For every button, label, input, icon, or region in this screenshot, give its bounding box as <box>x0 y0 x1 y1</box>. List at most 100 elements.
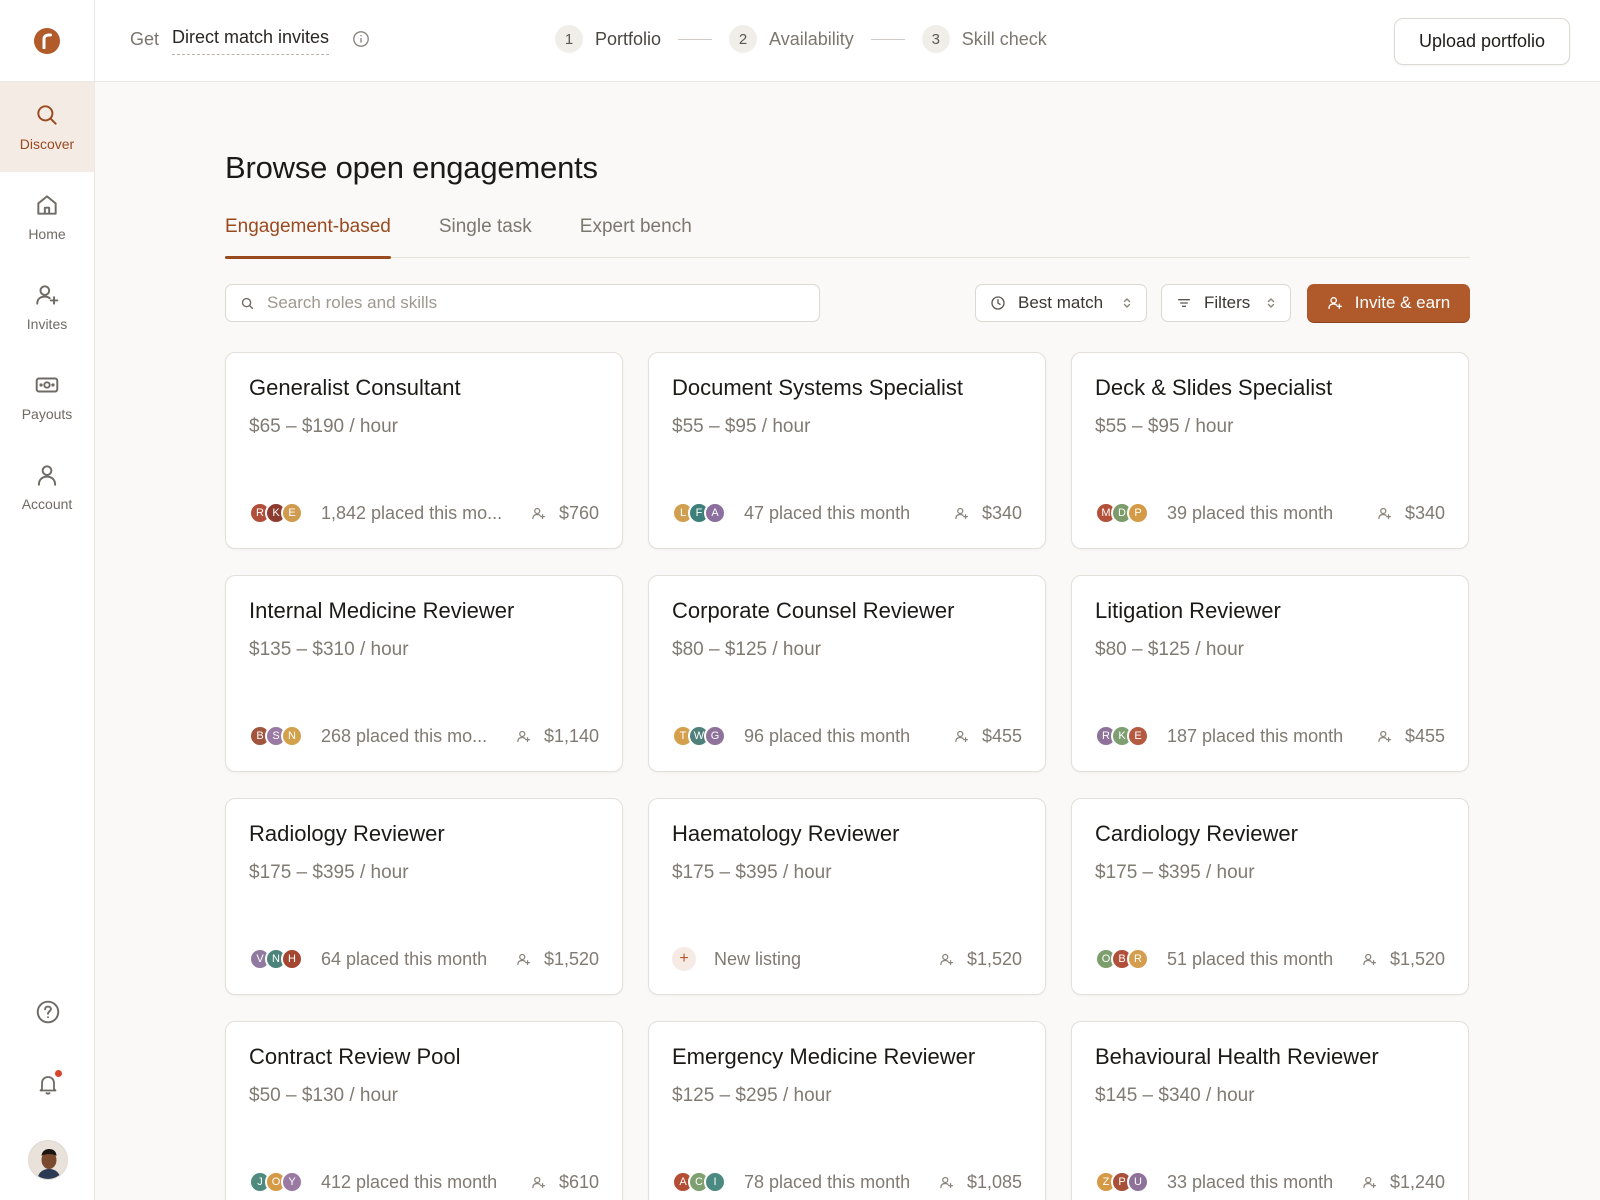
brand <box>0 0 94 82</box>
engagement-card[interactable]: Document Systems Specialist $55 – $95 / h… <box>648 352 1046 549</box>
mini-avatar: I <box>704 1171 726 1193</box>
step-skill-check[interactable]: 3 Skill check <box>921 25 1047 53</box>
referral-icon <box>517 953 530 965</box>
reward-amount: $1,140 <box>543 725 599 746</box>
sidebar-item-discover[interactable]: Discover <box>0 82 94 172</box>
card-title: Radiology Reviewer <box>249 821 445 846</box>
user-plus-icon <box>1328 297 1342 309</box>
reward-amount: $340 <box>981 502 1022 523</box>
mini-avatar: P <box>1127 502 1149 524</box>
engagement-grid: Generalist Consultant $65 – $190 / hour R K… <box>225 352 1470 1200</box>
referral-icon <box>955 507 969 519</box>
avatar <box>27 1140 68 1180</box>
engagement-card[interactable]: Corporate Counsel Reviewer $80 – $125 / h… <box>648 575 1046 772</box>
mini-avatar: E <box>281 502 303 524</box>
step-label: Availability <box>769 28 854 49</box>
engagement-card[interactable]: Deck & Slides Specialist $55 – $95 / hour… <box>1071 352 1469 549</box>
engagement-card[interactable]: Generalist Consultant $65 – $190 / hour R K… <box>225 352 623 549</box>
direct-match-invites-link[interactable]: Direct match invites <box>172 27 330 55</box>
help-button[interactable] <box>0 976 95 1048</box>
sidebar-item-invites[interactable]: Invites <box>0 262 94 352</box>
sidebar-item-account[interactable]: Account <box>0 442 94 532</box>
avatar-stack: BSN <box>249 725 305 747</box>
placed-count: 39 placed this month <box>1167 502 1334 523</box>
upload-portfolio-button[interactable]: Upload portfolio <box>1394 18 1570 65</box>
card-title: Corporate Counsel Reviewer <box>672 598 955 623</box>
card-rate: $80 – $125 / hour <box>672 639 821 660</box>
referral-icon <box>532 507 546 519</box>
mini-avatar: U <box>1127 1171 1149 1193</box>
card-rate: $145 – $340 / hour <box>1095 1085 1255 1106</box>
step-label: Skill check <box>961 28 1047 49</box>
referral-icon <box>517 730 530 742</box>
sort-label: Best match <box>1018 293 1104 312</box>
reward-amount: $1,240 <box>1389 1171 1445 1192</box>
engagement-card[interactable]: Radiology Reviewer $175 – $395 / hour V N H 6… <box>225 798 623 995</box>
engagement-card[interactable]: Contract Review Pool $50 – $130 / hour J O Y… <box>225 1021 623 1200</box>
step-divider <box>678 38 713 40</box>
sidebar-item-payouts[interactable]: Payouts <box>0 352 94 442</box>
engagement-card[interactable]: Cardiology Reviewer $175 – $395 / hour O B R… <box>1071 798 1469 995</box>
step-portfolio[interactable]: 1 Portfolio <box>555 25 661 53</box>
step-divider <box>870 38 905 40</box>
referral-icon <box>940 953 953 965</box>
placed-count: 187 placed this month <box>1167 725 1344 746</box>
card-footer: R K E 187 placed this month $455 <box>1095 723 1445 749</box>
step-number: 2 <box>729 25 758 53</box>
tab-single-task[interactable]: Single task <box>439 216 532 258</box>
card-title: Generalist Consultant <box>249 375 461 400</box>
search-box[interactable] <box>225 284 820 322</box>
placed-count: 64 placed this month <box>321 948 488 969</box>
cash-icon <box>35 377 59 393</box>
sidebar-item-label: Home <box>28 226 66 242</box>
placed-count: 1,842 placed this mo... <box>321 502 503 523</box>
reward-amount: $1,520 <box>543 948 599 969</box>
step-availability[interactable]: 2 Availability <box>729 25 854 53</box>
brand-logo-icon[interactable] <box>34 27 60 54</box>
search-input[interactable] <box>267 293 787 313</box>
card-title: Behavioural Health Reviewer <box>1095 1044 1379 1069</box>
filters-button[interactable]: Filters <box>1161 284 1291 322</box>
placed-count: 47 placed this month <box>744 502 911 523</box>
engagement-card[interactable]: Emergency Medicine Reviewer $125 – $295 /… <box>648 1021 1046 1200</box>
card-rate: $175 – $395 / hour <box>1095 862 1255 883</box>
referral-icon <box>1378 507 1392 519</box>
avatar-stack: VNH <box>249 948 305 970</box>
tab-engagement-based[interactable]: Engagement-based <box>225 216 391 259</box>
sort-select[interactable]: Best match <box>975 284 1147 322</box>
card-rate: $175 – $395 / hour <box>249 862 409 883</box>
mini-avatar: R <box>1127 948 1149 970</box>
step-number: 3 <box>921 25 950 53</box>
referral-reward: $455 <box>1377 726 1445 747</box>
card-rate: $50 – $130 / hour <box>249 1085 398 1106</box>
avatar-stack: ACI <box>672 1171 728 1193</box>
toolbar: Best match Filters Invite & earn <box>225 284 1470 322</box>
profile-button[interactable] <box>0 1120 95 1200</box>
info-icon[interactable] <box>352 30 370 53</box>
sidebar-item-home[interactable]: Home <box>0 172 94 262</box>
notifications-button[interactable] <box>0 1048 95 1120</box>
reward-amount: $610 <box>558 1171 599 1192</box>
user-plus-icon <box>36 285 59 305</box>
main-content: Browse open engagements Engagement-based… <box>225 82 1470 1200</box>
tab-expert-bench[interactable]: Expert bench <box>580 216 692 258</box>
filter-icon <box>1178 299 1190 307</box>
engagement-card[interactable]: Haematology Reviewer $175 – $395 / hour + N… <box>648 798 1046 995</box>
page-title: Browse open engagements <box>225 150 598 185</box>
placed-count: 33 placed this month <box>1167 1171 1334 1192</box>
engagement-card[interactable]: Internal Medicine Reviewer $135 – $310 / … <box>225 575 623 772</box>
help-icon <box>36 1000 59 1024</box>
placed-count: New listing <box>714 948 802 969</box>
app-root: Discover Home Invites Payouts Account Ge… <box>0 0 1600 1200</box>
avatar-stack: RKE <box>249 502 305 524</box>
onboarding-steps: 1 Portfolio 2 Availability 3 Skill check <box>555 25 1047 53</box>
sidebar: Discover Home Invites Payouts Account <box>0 0 95 1200</box>
sidebar-item-label: Payouts <box>21 406 73 422</box>
avatar-stack: ZPU <box>1095 1171 1151 1193</box>
referral-icon <box>1378 730 1392 742</box>
mini-avatar: N <box>281 725 303 747</box>
invite-and-earn-button[interactable]: Invite & earn <box>1307 284 1470 322</box>
engagement-card[interactable]: Litigation Reviewer $80 – $125 / hour R K E 1… <box>1071 575 1469 772</box>
mini-avatar: E <box>1127 725 1149 747</box>
engagement-card[interactable]: Behavioural Health Reviewer $145 – $340 /… <box>1071 1021 1469 1200</box>
